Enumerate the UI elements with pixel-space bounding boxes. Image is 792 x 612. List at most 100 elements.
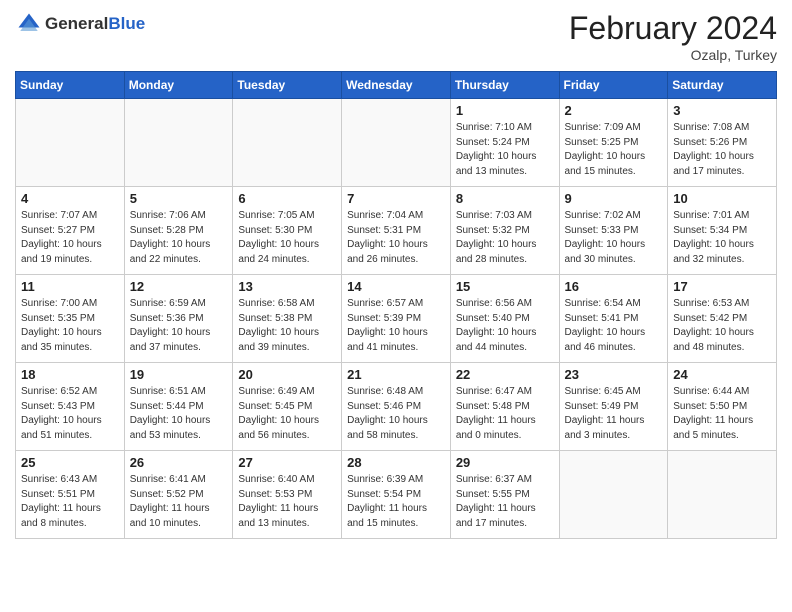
calendar-cell: 17 Sunrise: 6:53 AM Sunset: 5:42 PM Dayli… xyxy=(668,275,777,363)
calendar-cell xyxy=(342,99,451,187)
calendar-cell: 6Sunrise: 7:05 AM Sunset: 5:30 PM Daylig… xyxy=(233,187,342,275)
weekday-header-monday: Monday xyxy=(124,72,233,99)
day-detail: Sunrise: 7:07 AM Sunset: 5:27 PM Dayligh… xyxy=(21,209,119,267)
day-number: 13 xyxy=(238,279,336,294)
calendar-cell: 10 Sunrise: 7:01 AM Sunset: 5:34 PM Dayli… xyxy=(668,187,777,275)
day-number: 17 xyxy=(673,279,771,294)
calendar-cell xyxy=(668,451,777,539)
calendar-cell xyxy=(233,99,342,187)
page-header: General Blue February 2024 Ozalp, Turkey xyxy=(15,10,777,63)
day-detail: Sunrise: 6:41 AM Sunset: 5:52 PM Dayligh… xyxy=(130,473,228,531)
day-detail: Sunrise: 6:47 AM Sunset: 5:48 PM Dayligh… xyxy=(456,385,554,443)
calendar-week-row: 4 Sunrise: 7:07 AM Sunset: 5:27 PM Daylig… xyxy=(16,187,777,275)
calendar-cell: 27Sunrise: 6:40 AM Sunset: 5:53 PM Dayli… xyxy=(233,451,342,539)
calendar-cell: 18Sunrise: 6:52 AM Sunset: 5:43 PM Dayli… xyxy=(16,363,125,451)
day-detail: Sunrise: 6:49 AM Sunset: 5:45 PM Dayligh… xyxy=(238,385,336,443)
day-detail: Sunrise: 6:59 AM Sunset: 5:36 PM Dayligh… xyxy=(130,297,228,355)
calendar-cell: 29 Sunrise: 6:37 AM Sunset: 5:55 PM Dayli… xyxy=(450,451,559,539)
weekday-header-row: SundayMondayTuesdayWednesdayThursdayFrid… xyxy=(16,72,777,99)
day-number: 10 xyxy=(673,191,771,206)
calendar-cell: 1 Sunrise: 7:10 AM Sunset: 5:24 PM Daylig… xyxy=(450,99,559,187)
day-detail: Sunrise: 7:04 AM Sunset: 5:31 PM Dayligh… xyxy=(347,209,445,267)
day-number: 24 xyxy=(673,367,771,382)
day-number: 8 xyxy=(456,191,554,206)
calendar-cell: 14 Sunrise: 6:57 AM Sunset: 5:39 PM Dayli… xyxy=(342,275,451,363)
day-number: 27 xyxy=(238,455,336,470)
calendar-cell: 25 Sunrise: 6:43 AM Sunset: 5:51 PM Dayli… xyxy=(16,451,125,539)
day-number: 21 xyxy=(347,367,445,382)
day-number: 25 xyxy=(21,455,119,470)
day-detail: Sunrise: 7:09 AM Sunset: 5:25 PM Dayligh… xyxy=(565,121,663,179)
day-detail: Sunrise: 6:37 AM Sunset: 5:55 PM Dayligh… xyxy=(456,473,554,531)
calendar-week-row: 11 Sunrise: 7:00 AM Sunset: 5:35 PM Dayli… xyxy=(16,275,777,363)
day-detail: Sunrise: 6:48 AM Sunset: 5:46 PM Dayligh… xyxy=(347,385,445,443)
calendar-cell: 26Sunrise: 6:41 AM Sunset: 5:52 PM Dayli… xyxy=(124,451,233,539)
day-detail: Sunrise: 6:56 AM Sunset: 5:40 PM Dayligh… xyxy=(456,297,554,355)
calendar-cell: 12 Sunrise: 6:59 AM Sunset: 5:36 PM Dayli… xyxy=(124,275,233,363)
calendar-cell: 2 Sunrise: 7:09 AM Sunset: 5:25 PM Daylig… xyxy=(559,99,668,187)
day-number: 12 xyxy=(130,279,228,294)
day-number: 19 xyxy=(130,367,228,382)
calendar-cell xyxy=(16,99,125,187)
weekday-header-saturday: Saturday xyxy=(668,72,777,99)
title-area: February 2024 Ozalp, Turkey xyxy=(569,10,777,63)
day-number: 9 xyxy=(565,191,663,206)
calendar-cell: 7 Sunrise: 7:04 AM Sunset: 5:31 PM Daylig… xyxy=(342,187,451,275)
day-number: 5 xyxy=(130,191,228,206)
day-detail: Sunrise: 7:03 AM Sunset: 5:32 PM Dayligh… xyxy=(456,209,554,267)
calendar-week-row: 25 Sunrise: 6:43 AM Sunset: 5:51 PM Dayli… xyxy=(16,451,777,539)
calendar-cell: 9Sunrise: 7:02 AM Sunset: 5:33 PM Daylig… xyxy=(559,187,668,275)
calendar-cell: 11 Sunrise: 7:00 AM Sunset: 5:35 PM Dayli… xyxy=(16,275,125,363)
day-detail: Sunrise: 6:43 AM Sunset: 5:51 PM Dayligh… xyxy=(21,473,119,531)
calendar-cell: 21 Sunrise: 6:48 AM Sunset: 5:46 PM Dayli… xyxy=(342,363,451,451)
calendar-cell: 19 Sunrise: 6:51 AM Sunset: 5:44 PM Dayli… xyxy=(124,363,233,451)
calendar-cell xyxy=(559,451,668,539)
logo-icon xyxy=(15,10,43,38)
day-detail: Sunrise: 6:53 AM Sunset: 5:42 PM Dayligh… xyxy=(673,297,771,355)
calendar-week-row: 1 Sunrise: 7:10 AM Sunset: 5:24 PM Daylig… xyxy=(16,99,777,187)
day-detail: Sunrise: 7:00 AM Sunset: 5:35 PM Dayligh… xyxy=(21,297,119,355)
day-detail: Sunrise: 6:57 AM Sunset: 5:39 PM Dayligh… xyxy=(347,297,445,355)
calendar-cell: 28 Sunrise: 6:39 AM Sunset: 5:54 PM Dayli… xyxy=(342,451,451,539)
day-number: 7 xyxy=(347,191,445,206)
day-detail: Sunrise: 7:08 AM Sunset: 5:26 PM Dayligh… xyxy=(673,121,771,179)
calendar-cell: 13 Sunrise: 6:58 AM Sunset: 5:38 PM Dayli… xyxy=(233,275,342,363)
day-number: 22 xyxy=(456,367,554,382)
month-title: February 2024 xyxy=(569,10,777,47)
calendar-cell: 4 Sunrise: 7:07 AM Sunset: 5:27 PM Daylig… xyxy=(16,187,125,275)
weekday-header-thursday: Thursday xyxy=(450,72,559,99)
calendar-cell: 23 Sunrise: 6:45 AM Sunset: 5:49 PM Dayli… xyxy=(559,363,668,451)
logo: General Blue xyxy=(15,10,145,38)
calendar-table: SundayMondayTuesdayWednesdayThursdayFrid… xyxy=(15,71,777,539)
day-detail: Sunrise: 7:10 AM Sunset: 5:24 PM Dayligh… xyxy=(456,121,554,179)
weekday-header-sunday: Sunday xyxy=(16,72,125,99)
day-number: 11 xyxy=(21,279,119,294)
day-detail: Sunrise: 6:39 AM Sunset: 5:54 PM Dayligh… xyxy=(347,473,445,531)
weekday-header-wednesday: Wednesday xyxy=(342,72,451,99)
day-number: 20 xyxy=(238,367,336,382)
day-detail: Sunrise: 6:51 AM Sunset: 5:44 PM Dayligh… xyxy=(130,385,228,443)
day-detail: Sunrise: 6:58 AM Sunset: 5:38 PM Dayligh… xyxy=(238,297,336,355)
calendar-cell: 8 Sunrise: 7:03 AM Sunset: 5:32 PM Daylig… xyxy=(450,187,559,275)
day-detail: Sunrise: 6:45 AM Sunset: 5:49 PM Dayligh… xyxy=(565,385,663,443)
day-detail: Sunrise: 7:06 AM Sunset: 5:28 PM Dayligh… xyxy=(130,209,228,267)
day-number: 29 xyxy=(456,455,554,470)
calendar-cell xyxy=(124,99,233,187)
calendar-cell: 22 Sunrise: 6:47 AM Sunset: 5:48 PM Dayli… xyxy=(450,363,559,451)
calendar-cell: 5 Sunrise: 7:06 AM Sunset: 5:28 PM Daylig… xyxy=(124,187,233,275)
day-number: 28 xyxy=(347,455,445,470)
calendar-cell: 16Sunrise: 6:54 AM Sunset: 5:41 PM Dayli… xyxy=(559,275,668,363)
day-number: 1 xyxy=(456,103,554,118)
day-number: 2 xyxy=(565,103,663,118)
day-number: 23 xyxy=(565,367,663,382)
weekday-header-tuesday: Tuesday xyxy=(233,72,342,99)
day-detail: Sunrise: 7:05 AM Sunset: 5:30 PM Dayligh… xyxy=(238,209,336,267)
logo-blue: Blue xyxy=(108,14,145,34)
calendar-cell: 15Sunrise: 6:56 AM Sunset: 5:40 PM Dayli… xyxy=(450,275,559,363)
day-detail: Sunrise: 7:01 AM Sunset: 5:34 PM Dayligh… xyxy=(673,209,771,267)
day-detail: Sunrise: 6:54 AM Sunset: 5:41 PM Dayligh… xyxy=(565,297,663,355)
day-detail: Sunrise: 6:52 AM Sunset: 5:43 PM Dayligh… xyxy=(21,385,119,443)
day-number: 4 xyxy=(21,191,119,206)
day-number: 14 xyxy=(347,279,445,294)
day-detail: Sunrise: 6:44 AM Sunset: 5:50 PM Dayligh… xyxy=(673,385,771,443)
